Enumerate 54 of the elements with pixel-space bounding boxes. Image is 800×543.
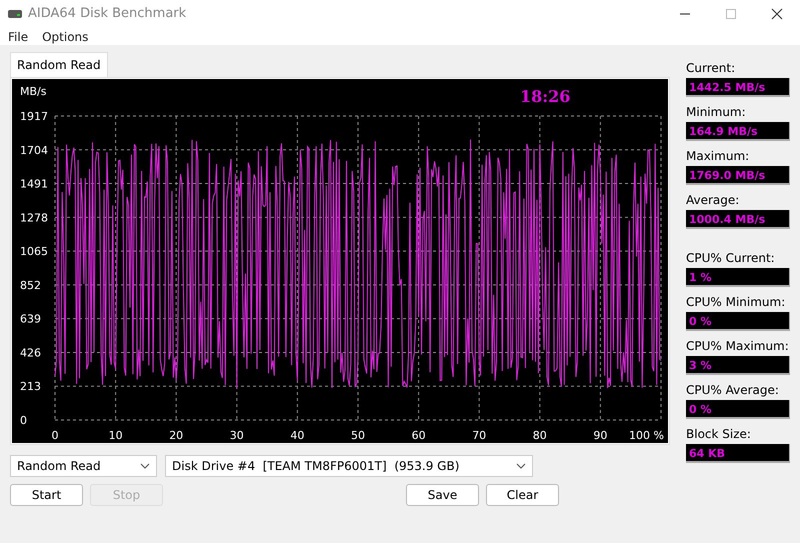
chevron-down-icon — [516, 463, 526, 469]
y-axis-label: 852 — [20, 278, 41, 292]
clear-button[interactable]: Clear — [486, 484, 559, 506]
y-axis-label: 1278 — [20, 211, 48, 224]
unit-label: MB/s — [20, 85, 46, 98]
chevron-down-icon — [140, 463, 150, 469]
x-axis-label: 40 — [290, 429, 304, 442]
menu-item[interactable]: Options — [42, 28, 88, 45]
drive-dropdown[interactable]: Disk Drive #4 [TEAM TM8FP6001T] (953.9 GB) — [165, 455, 533, 477]
y-axis-label: 213 — [20, 380, 41, 394]
y-axis-label: 426 — [20, 346, 41, 360]
y-axis-label: 1491 — [20, 178, 48, 191]
stat-label: Block Size: — [686, 427, 752, 441]
test-dropdown[interactable]: Random Read — [10, 455, 157, 477]
stat-label: CPU% Maximum: — [686, 339, 790, 353]
stat-label: CPU% Average: — [686, 383, 780, 397]
start-button[interactable]: Start — [10, 484, 83, 506]
menu-item[interactable]: File — [8, 28, 28, 45]
x-axis-label: 10 — [108, 429, 123, 442]
x-axis-label: 80 — [532, 429, 547, 442]
stat-value: 1 % — [686, 268, 790, 287]
stat-value: 164.9 MB/s — [686, 122, 790, 141]
time-label: 18:26 — [520, 87, 570, 106]
x-axis-label: 50 — [351, 429, 365, 442]
close-icon — [771, 8, 783, 20]
y-axis-label: 1065 — [20, 245, 48, 258]
save-button[interactable]: Save — [406, 484, 479, 506]
stat-label: Maximum: — [686, 149, 750, 163]
maximize-icon — [725, 8, 737, 20]
stat-label: Current: — [686, 61, 736, 75]
x-axis-label: 100 % — [629, 429, 664, 442]
window-title: AIDA64 Disk Benchmark — [28, 5, 186, 24]
tab[interactable]: Random Read — [10, 52, 108, 77]
x-axis-label: 30 — [230, 429, 244, 442]
stat-label: Minimum: — [686, 105, 747, 119]
stat-label: Average: — [686, 193, 740, 207]
stat-value: 0 % — [686, 400, 790, 419]
stat-value: 1769.0 MB/s — [686, 166, 790, 185]
stat-label: CPU% Minimum: — [686, 295, 786, 309]
x-axis-label: 0 — [52, 429, 58, 442]
stat-value: 1000.4 MB/s — [686, 210, 790, 229]
y-axis-label: 1917 — [20, 110, 48, 123]
stat-value: 0 % — [686, 312, 790, 331]
stat-label: CPU% Current: — [686, 251, 776, 265]
y-axis-label: 1704 — [20, 144, 48, 157]
stat-value: 64 KB — [686, 444, 790, 463]
x-axis-label: 20 — [169, 429, 184, 442]
y-axis-label: 0 — [20, 414, 27, 427]
x-axis-label: 90 — [593, 429, 608, 442]
stat-value: 1442.5 MB/s — [686, 78, 790, 97]
stat-value: 3 % — [686, 356, 790, 375]
x-axis-label: 70 — [472, 429, 486, 442]
x-axis-label: 60 — [412, 429, 426, 442]
y-axis-label: 639 — [20, 312, 41, 326]
